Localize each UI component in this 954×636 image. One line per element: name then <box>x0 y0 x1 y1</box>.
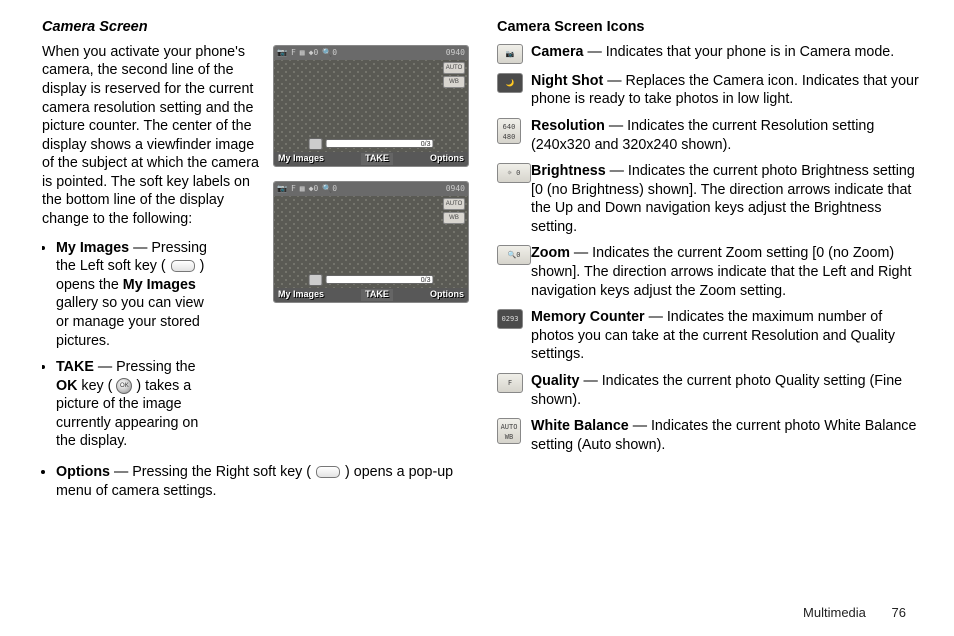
camera-icons-heading: Camera Screen Icons <box>497 18 924 37</box>
res-icon: ▦ <box>300 48 305 58</box>
counter-value: 0940 <box>446 48 465 58</box>
camera-icon: 📷 <box>277 48 287 58</box>
softkey-right: Options <box>430 289 464 301</box>
list-item: ☼ 0 Brightness — Indicates the current p… <box>497 162 924 236</box>
right-column: Camera Screen Icons 📷 Camera — Indicates… <box>497 18 924 508</box>
memory-counter-icon: 0293 <box>497 309 523 329</box>
status-bar: 📷 F ▦ ◆0 🔍0 0940 <box>274 46 468 60</box>
res-icon: ▦ <box>300 184 305 194</box>
viewfinder: AUTO WB 0/3 <box>274 196 468 288</box>
status-bar: 📷 F ▦ ◆0 🔍0 0940 <box>274 182 468 196</box>
softkey-right: Options <box>430 153 464 165</box>
zoom-icon: 🔍0 <box>497 245 531 265</box>
ok-key-icon: OK <box>116 378 132 394</box>
night-shot-icon: 🌙 <box>497 73 523 93</box>
list-item: 🌙 Night Shot — Replaces the Camera icon.… <box>497 72 924 109</box>
section-label: Multimedia <box>803 605 866 620</box>
bright-icon: ◆0 <box>309 48 319 58</box>
right-softkey-icon <box>316 466 340 478</box>
counter-value: 0940 <box>446 184 465 194</box>
auto-badge: AUTO <box>443 62 465 74</box>
softkey-left: My Images <box>278 289 324 301</box>
softkey-left: My Images <box>278 153 324 165</box>
bullet-take: TAKE — Pressing the OK key ( OK ) takes … <box>56 358 212 451</box>
list-item: AUTOWB White Balance — Indicates the cur… <box>497 417 924 454</box>
page-number: 76 <box>892 605 906 620</box>
page-footer: Multimedia 76 <box>803 605 906 622</box>
zoom-icon: 🔍0 <box>322 48 337 58</box>
bullet-myimages: My Images — Pressing the Left soft key (… <box>56 239 212 350</box>
softkey-center: TAKE <box>361 289 393 301</box>
wb-badge: WB <box>443 76 465 88</box>
softkey-center: TAKE <box>361 153 393 165</box>
phone-screenshots: 📷 F ▦ ◆0 🔍0 0940 AUTO WB <box>273 45 469 303</box>
progress-bar: 0/3 <box>326 275 434 284</box>
white-balance-icon: AUTOWB <box>497 418 521 444</box>
left-column: Camera Screen When you activate your pho… <box>42 18 469 508</box>
bright-icon: ◆0 <box>309 184 319 194</box>
viewfinder: AUTO WB 0/3 <box>274 60 468 152</box>
list-item: 640480 Resolution — Indicates the curren… <box>497 117 924 154</box>
camera-icon: 📷 <box>497 44 523 64</box>
film-icon <box>309 274 323 286</box>
zoom-icon: 🔍0 <box>322 184 337 194</box>
list-item: 🔍0 Zoom — Indicates the current Zoom set… <box>497 244 924 300</box>
resolution-icon: 640480 <box>497 118 521 144</box>
phone-screenshot-2: 📷 F ▦ ◆0 🔍0 0940 AUTO WB <box>273 181 469 303</box>
quality-icon: F <box>291 48 296 58</box>
quality-icon: F <box>497 373 523 393</box>
auto-badge: AUTO <box>443 198 465 210</box>
progress-bar: 0/3 <box>326 139 434 148</box>
list-item: F Quality — Indicates the current photo … <box>497 372 924 409</box>
quality-icon: F <box>291 184 296 194</box>
film-icon <box>309 138 323 150</box>
camera-icon: 📷 <box>277 184 287 194</box>
softkey-bar: My Images TAKE Options <box>274 152 468 166</box>
wb-badge: WB <box>443 212 465 224</box>
phone-screenshot-1: 📷 F ▦ ◆0 🔍0 0940 AUTO WB <box>273 45 469 167</box>
list-item: 📷 Camera — Indicates that your phone is … <box>497 43 924 64</box>
bullet-options: Options — Pressing the Right soft key ( … <box>56 463 469 500</box>
brightness-icon: ☼ 0 <box>497 163 531 183</box>
softkey-bar: My Images TAKE Options <box>274 288 468 302</box>
left-softkey-icon <box>171 260 195 272</box>
camera-screen-heading: Camera Screen <box>42 18 469 37</box>
list-item: 0293 Memory Counter — Indicates the maxi… <box>497 308 924 364</box>
intro-paragraph: When you activate your phone's camera, t… <box>42 43 267 229</box>
